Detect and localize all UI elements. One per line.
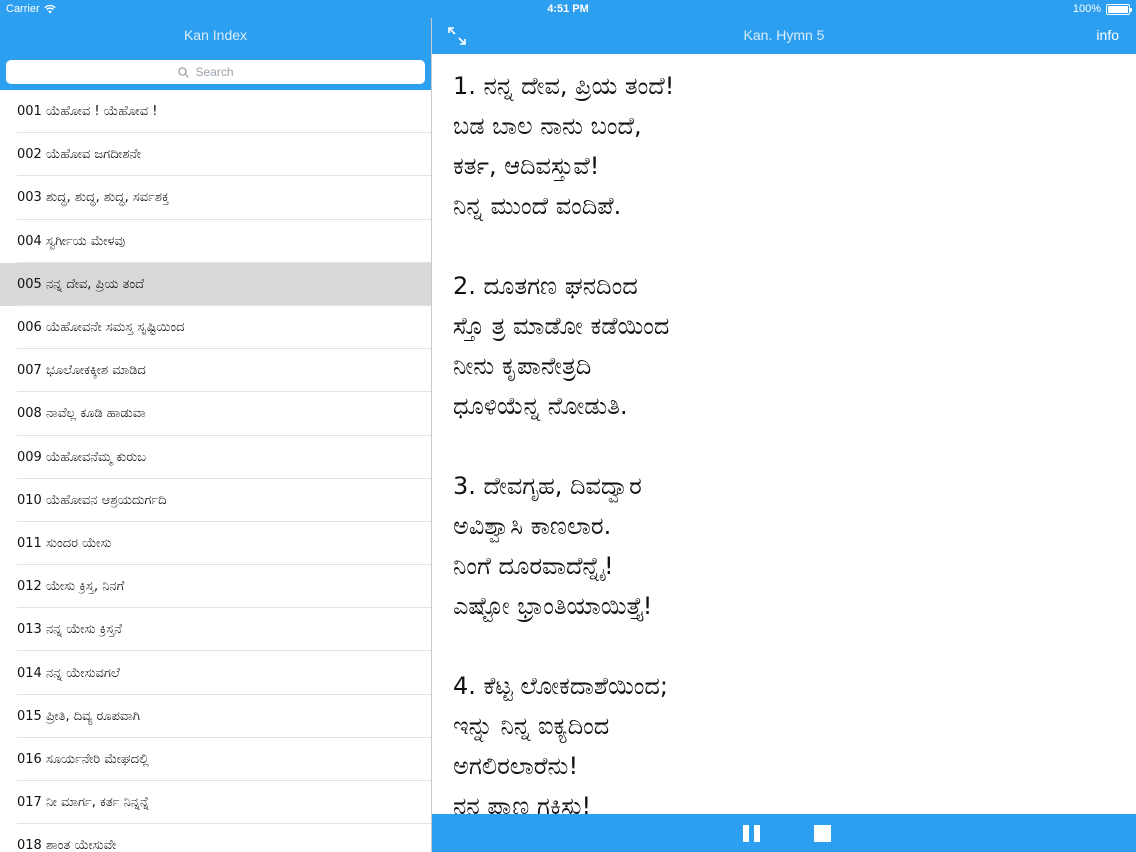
hymn-detail-pane: Kan. Hymn 5 info 1. ನನ್ನ ದೇವ, ಪ್ರಿಯ ತಂದೆ… [432,0,1136,852]
verse-line: 3. ದೇವಗೃಹ, ದಿವದ್ವಾರ [453,472,642,500]
verse-line: ನಿಂಗೆ ದೂರವಾದೆನ್ನೈ! [453,552,614,580]
hymn-list-item[interactable]: 012 ಯೇಸು ಕ್ರಿಸ್ತ, ನಿನಗೆ [0,565,431,609]
hymn-list-item-label: 014 ನನ್ನ ಯೇಸುವಗಲೆ [17,665,120,681]
hymn-list-item[interactable]: 003 ಶುದ್ಧ, ಶುದ್ಧ, ಶುದ್ಧ, ಸರ್ವಶಕ್ತ [0,176,431,220]
hymn-list-item[interactable]: 001 ಯೆಹೋವ ! ಯೆಹೋವ ! [0,90,431,134]
detail-nav-bar: Kan. Hymn 5 info [432,18,1136,54]
verse-line: ನನ ಪ್ರಾಣ ಗಕಿಸು! [453,792,592,814]
hymn-list-item-label: 018 ಶಾಂತ ಯೇಸುವೇ [17,838,117,852]
verse-line: ಬಡ ಬಾಲ ನಾನು ಬಂದೆ, [453,112,642,140]
verse-line: 1. ನನ್ನ ದೇವ, ಪ್ರಿಯ ತಂದೆ! [453,72,675,100]
hymn-lyrics: 1. ನನ್ನ ದೇವ, ಪ್ರಿಯ ತಂದೆ! ಬಡ ಬಾಲ ನಾನು ಬಂದೆ… [432,54,1136,814]
verse-line: ಅಗಲಿರಲಾರೆನು! [453,752,579,780]
verse-line: ಧೂಳಿಯೆನ್ನ ನೋಡುತಿ. [453,392,628,420]
hymn-list-item[interactable]: 006 ಯೆಹೋವನೇ ಸಮಸ್ತ ಸೃಷ್ಟಿಯಿಂದ [0,305,431,350]
search-field[interactable] [6,60,425,84]
hymn-list-item-label: 011 ಸುಂದರ ಯೇಸು [17,535,112,551]
status-right: 100% [1072,3,1132,15]
hymn-list-item[interactable]: 007 ಭೂಲೋಕಕ್ಕೀಶ ಮಾಡಿದ [0,349,431,393]
hymn-list-item-label: 003 ಶುದ್ಧ, ಶುದ್ಧ, ಶುದ್ಧ, ಸರ್ವಶಕ್ತ [17,190,169,206]
hymn-list-item[interactable]: 014 ನನ್ನ ಯೇಸುವಗಲೆ [0,651,431,695]
hymn-list-item[interactable]: 013 ನನ್ನ ಯೇಸು ಕ್ರಿಸ್ತನೆ [0,608,431,652]
hymn-list-item-label: 005 ನನ್ನ ದೇವ, ಪ್ರಿಯ ತಂದೆ [17,276,145,292]
search-bar [0,55,431,90]
verse: 1. ನನ್ನ ದೇವ, ಪ್ರಿಯ ತಂದೆ! ಬಡ ಬಾಲ ನಾನು ಬಂದೆ… [453,66,1116,226]
pause-icon[interactable] [743,825,760,842]
carrier-label: Carrier [6,3,40,15]
battery-fill [1108,5,1128,13]
search-input[interactable] [193,64,254,80]
hymn-list-item-label: 017 ನೀ ಮಾರ್ಗ, ಕರ್ತ ನಿನ್ನನ್ನೆ [17,795,150,811]
hymn-list-item[interactable]: 018 ಶಾಂತ ಯೇಸುವೇ [0,824,431,852]
hymn-list-item[interactable]: 011 ಸುಂದರ ಯೇಸು [0,521,431,566]
verse-line: ಅವಿಶ್ವಾಸಿ ಕಾಣಲಾರ. [453,512,612,540]
hymn-list-item[interactable]: 015 ಪ್ರೀತಿ, ದಿವ್ಯ ರೂಪವಾಗಿ [0,694,431,739]
verse-line: 2. ದೂತಗಣ ಘನದಿಂದ [453,272,638,300]
hymn-list-item-label: 009 ಯೆಹೋವನೆಮ್ಮ ಕುರುಬ [17,449,147,465]
hymn-list-item[interactable]: 016 ಸೂರ್ಯನೇರಿ ಮೇಘದಲ್ಲಿ [0,737,431,782]
playback-toolbar [432,814,1136,852]
info-button[interactable]: info [1096,18,1119,52]
hymn-list-item-label: 016 ಸೂರ್ಯನೇರಿ ಮೇಘದಲ್ಲಿ [17,751,149,767]
status-time: 4:51 PM [547,3,589,15]
hymn-list-item-label: 015 ಪ್ರೀತಿ, ದಿವ್ಯ ರೂಪವಾಗಿ [17,708,140,724]
verse: 4. ಕೆಟ್ಟ ಲೋಕದಾಶೆಯಿಂದ; ಇನ್ನು ನಿನ್ನ ಐಕ್ಯದಿಂ… [453,666,1116,814]
battery-icon [1106,3,1132,15]
hymn-list-item-label: 002 ಯೆಹೋವ ಜಗದೀಶನೇ [17,147,141,163]
hymn-list-item[interactable]: 017 ನೀ ಮಾರ್ಗ, ಕರ್ತ ನಿನ್ನನ್ನೆ [0,781,431,825]
hymn-list-item-label: 004 ಸ್ವರ್ಗೀಯ ಮೇಳವು [17,233,126,249]
stop-icon[interactable] [814,825,831,842]
index-nav-bar: Kan Index [0,18,431,55]
battery-percent: 100% [1072,3,1101,15]
verse-line: ಇನ್ನು ನಿನ್ನ ಐಕ್ಯದಿಂದ [453,712,610,740]
verse: 3. ದೇವಗೃಹ, ದಿವದ್ವಾರ ಅವಿಶ್ವಾಸಿ ಕಾಣಲಾರ. ನಿಂಗ… [453,466,1116,626]
hymn-list-item[interactable]: 004 ಸ್ವರ್ಗೀಯ ಮೇಳವು [0,219,431,263]
hymn-list-item-label: 012 ಯೇಸು ಕ್ರಿಸ್ತ, ನಿನಗೆ [17,579,125,595]
hymn-list-item-label: 006 ಯೆಹೋವನೇ ಸಮಸ್ತ ಸೃಷ್ಟಿಯಿಂದ [17,320,185,336]
hymn-list-item[interactable]: 009 ಯೆಹೋವನೆಮ್ಮ ಕುರುಬ [0,435,431,479]
hymn-title: Kan. Hymn 5 [743,27,825,43]
hymn-list-item[interactable]: 010 ಯೆಹೋವನ ಆಶ್ರಯದುರ್ಗದಿ [0,478,431,523]
index-title: Kan Index [183,27,248,43]
hymn-list-item-label: 001 ಯೆಹೋವ ! ಯೆಹೋವ ! [17,104,158,120]
index-pane: Kan Index 001 ಯೆಹೋವ ! ಯೆಹೋವ ! 002 ಯೆಹೋವ ಜ… [0,0,431,852]
hymn-list-item[interactable]: 005 ನನ್ನ ದೇವ, ಪ್ರಿಯ ತಂದೆ [0,262,431,307]
hymn-list-item-label: 010 ಯೆಹೋವನ ಆಶ್ರಯದುರ್ಗದಿ [17,492,167,508]
status-left: Carrier [6,3,56,15]
hymn-list-item[interactable]: 008 ನಾವೆಲ್ಲ ಕೂಡಿ ಹಾಡುವಾ [0,392,431,436]
hymn-list-item-label: 007 ಭೂಲೋಕಕ್ಕೀಶ ಮಾಡಿದ [17,363,146,379]
verse: 2. ದೂತಗಣ ಘನದಿಂದ ಸ್ತೊ ತ್ರ ಮಾಡೋ ಕಡೆಯಿಂದ ನೀನು… [453,266,1116,426]
verse-line: ಎಷ್ಟೋ ಭ್ರಾಂತಿಯಾಯಿತ್ತೈ! [453,592,653,620]
status-bar: Carrier 4:51 PM 100% [0,0,1136,18]
hymn-list-item[interactable]: 002 ಯೆಹೋವ ಜಗದೀಶನೇ [0,133,431,177]
verse-line: ನಿನ್ನ ಮುಂದೆ ವಂದಿಪೆ. [453,192,622,220]
verse-line: ನೀನು ಕೃಪಾನೇತ್ರದಿ [453,352,592,380]
hymn-index-list: 001 ಯೆಹೋವ ! ಯೆಹೋವ ! 002 ಯೆಹೋವ ಜಗದೀಶನೇ 003 … [0,90,431,852]
hymn-list-item-label: 013 ನನ್ನ ಯೇಸು ಕ್ರಿಸ್ತನೆ [17,622,123,638]
verse-line: ಕರ್ತ, ಆದಿವಸ್ತುವೆ! [453,152,600,180]
verse-line: ಸ್ತೊ ತ್ರ ಮಾಡೋ ಕಡೆಯಿಂದ [453,312,670,340]
verse-line: 4. ಕೆಟ್ಟ ಲೋಕದಾಶೆಯಿಂದ; [453,672,668,700]
search-icon [177,66,189,78]
wifi-icon [43,4,56,14]
hymn-list-item-label: 008 ನಾವೆಲ್ಲ ಕೂಡಿ ಹಾಡುವಾ [17,406,146,422]
